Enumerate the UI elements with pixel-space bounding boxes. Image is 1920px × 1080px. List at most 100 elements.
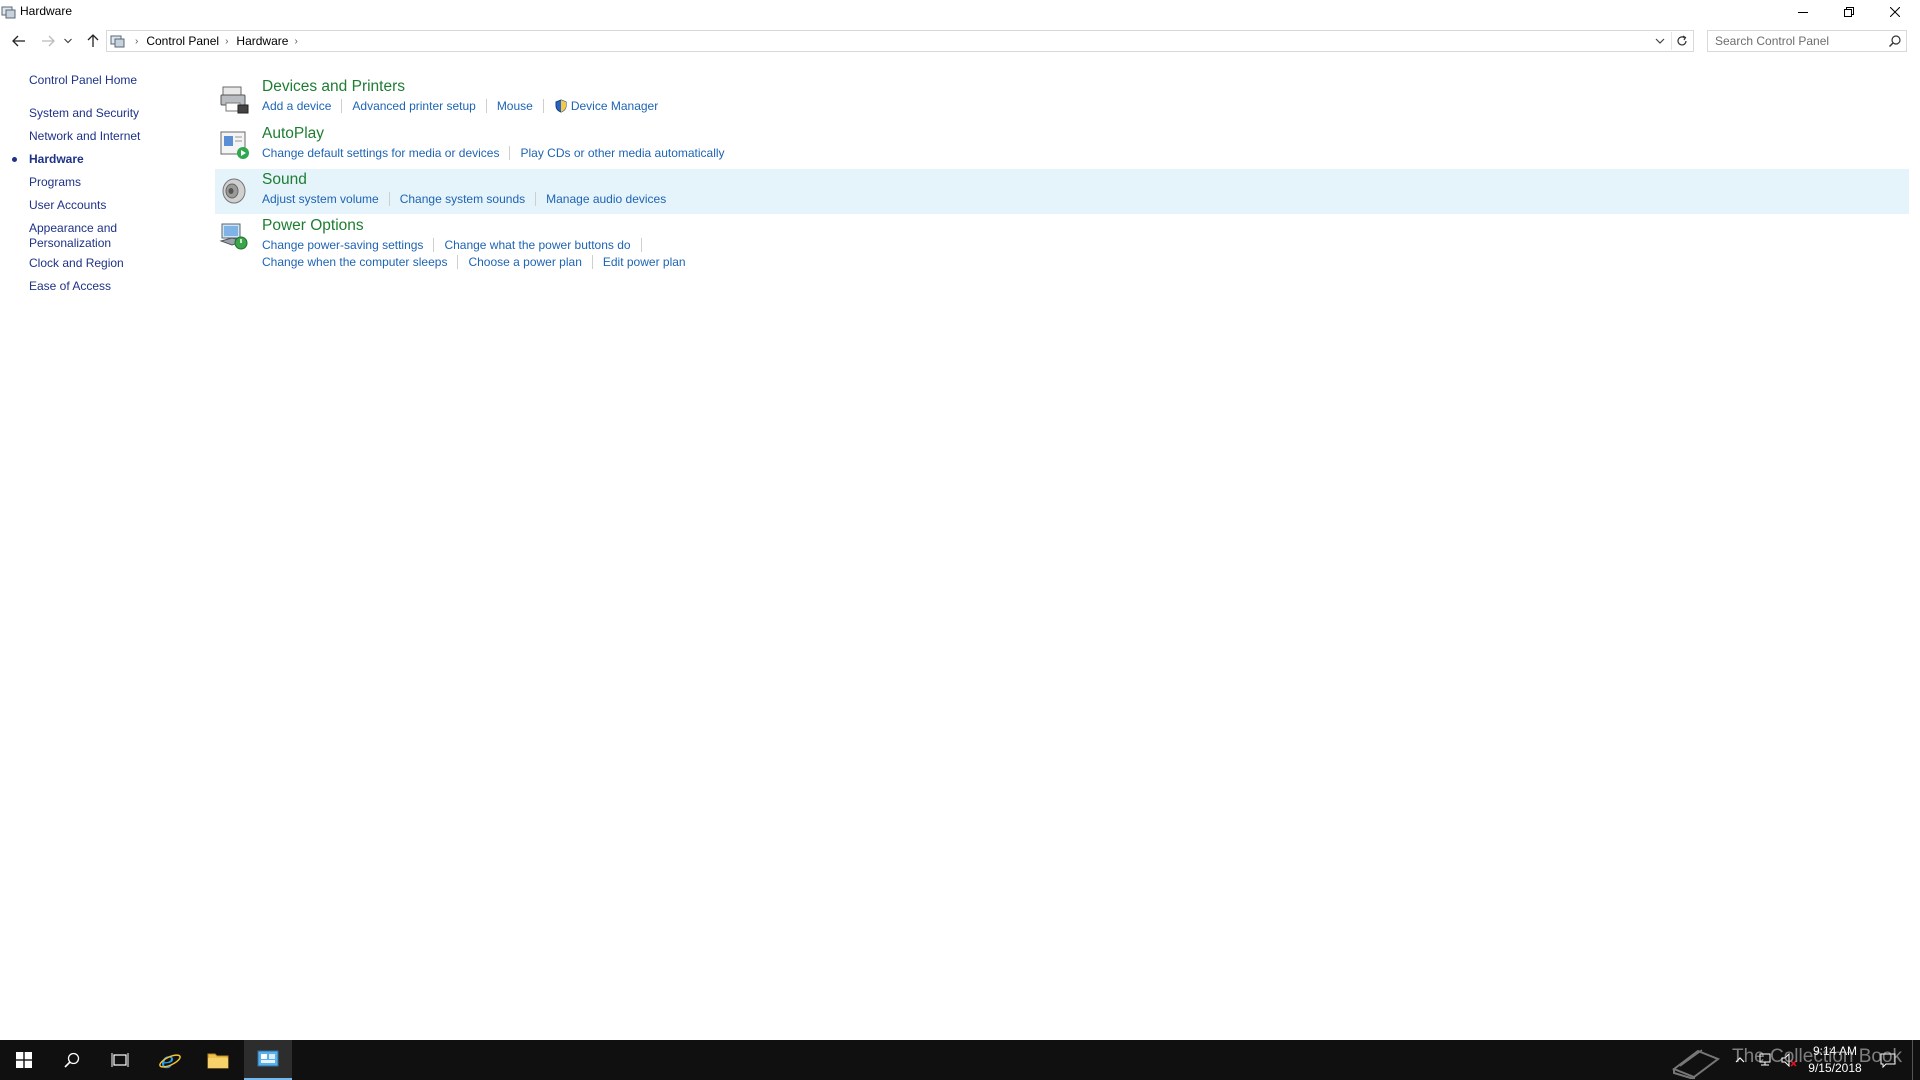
choose-a-power-plan-link[interactable]: Choose a power plan — [468, 255, 581, 269]
control-panel-icon — [257, 1050, 279, 1067]
control-panel-home-link[interactable]: Control Panel Home — [29, 73, 179, 88]
device-manager-link[interactable]: Device Manager — [571, 99, 658, 113]
search-icon — [64, 1052, 80, 1068]
nav-programs[interactable]: Programs — [29, 175, 179, 190]
link-divider — [388, 192, 390, 206]
title-bar: Hardware — [0, 0, 1920, 24]
task-view-icon — [111, 1053, 129, 1067]
breadcrumb-separator-icon[interactable]: › — [135, 36, 138, 47]
nav-appearance-and-personalization[interactable]: Appearance and Personalization — [29, 221, 129, 251]
devices-printers-icon — [220, 86, 249, 114]
internet-explorer-icon: e — [159, 1049, 181, 1072]
window-title: Hardware — [20, 4, 73, 18]
sound-links: Adjust system volume Change system sound… — [262, 192, 666, 206]
link-divider — [485, 99, 487, 113]
link-divider — [542, 99, 544, 113]
watermark: The Collection Book — [1668, 1038, 1908, 1080]
power-options-icon — [219, 223, 248, 250]
nav-network-and-internet[interactable]: Network and Internet — [29, 129, 179, 144]
forward-arrow-icon — [42, 35, 55, 47]
book-logo-icon — [1671, 1049, 1721, 1079]
uac-shield-icon — [555, 99, 567, 113]
breadcrumb-separator-icon[interactable]: › — [294, 36, 297, 47]
restore-icon — [1844, 7, 1854, 17]
breadcrumb-hardware[interactable]: Hardware — [236, 34, 288, 48]
up-button[interactable] — [82, 30, 104, 52]
refresh-icon — [1676, 35, 1687, 46]
link-divider — [591, 255, 593, 269]
change-default-media-settings-link[interactable]: Change default settings for media or dev… — [262, 146, 499, 160]
link-divider — [535, 192, 537, 206]
close-icon — [1890, 7, 1900, 17]
control-panel-icon — [1, 6, 16, 19]
change-system-sounds-link[interactable]: Change system sounds — [400, 192, 525, 206]
category-devices-and-printers: Devices and Printers Add a device Advanc… — [215, 76, 1909, 120]
category-power-options: Power Options Change power-saving settin… — [215, 215, 1909, 275]
link-divider — [640, 238, 642, 252]
control-panel-taskbar-button[interactable] — [244, 1040, 292, 1080]
link-divider — [457, 255, 459, 269]
devices-links: Add a device Advanced printer setup Mous… — [262, 99, 658, 113]
search-icon[interactable] — [1888, 34, 1902, 48]
breadcrumb-control-panel[interactable]: Control Panel — [146, 34, 219, 48]
refresh-button[interactable] — [1671, 32, 1691, 50]
category-sound: Sound Adjust system volume Change system… — [215, 169, 1909, 214]
search-taskbar-button[interactable] — [48, 1040, 96, 1080]
restore-button[interactable] — [1826, 0, 1872, 24]
change-power-saving-settings-link[interactable]: Change power-saving settings — [262, 238, 423, 252]
nav-system-and-security[interactable]: System and Security — [29, 106, 179, 121]
change-when-computer-sleeps-link[interactable]: Change when the computer sleeps — [262, 255, 447, 269]
search-input[interactable] — [1708, 31, 1882, 51]
chevron-down-icon — [64, 38, 72, 44]
adjust-system-volume-link[interactable]: Adjust system volume — [262, 192, 379, 206]
up-arrow-icon — [87, 34, 99, 47]
minimize-icon — [1798, 12, 1808, 13]
category-title-autoplay[interactable]: AutoPlay — [262, 125, 324, 143]
category-title-devices-and-printers[interactable]: Devices and Printers — [262, 78, 405, 96]
search-box[interactable] — [1707, 30, 1907, 52]
manage-audio-devices-link[interactable]: Manage audio devices — [546, 192, 666, 206]
folder-icon — [207, 1053, 229, 1069]
link-divider — [341, 99, 343, 113]
link-divider — [433, 238, 435, 252]
nav-ease-of-access[interactable]: Ease of Access — [29, 279, 179, 294]
play-cds-automatically-link[interactable]: Play CDs or other media automatically — [520, 146, 724, 160]
show-desktop-button[interactable] — [1912, 1040, 1920, 1080]
address-bar[interactable]: › Control Panel › Hardware › — [106, 30, 1694, 52]
mouse-link[interactable]: Mouse — [497, 99, 533, 113]
autoplay-icon — [220, 131, 249, 159]
category-title-sound[interactable]: Sound — [262, 171, 307, 189]
autoplay-links: Change default settings for media or dev… — [262, 146, 725, 160]
close-button[interactable] — [1872, 0, 1918, 24]
advanced-printer-setup-link[interactable]: Advanced printer setup — [352, 99, 475, 113]
nav-clock-and-region[interactable]: Clock and Region — [29, 256, 179, 271]
breadcrumb-separator-icon[interactable]: › — [225, 36, 228, 47]
power-links-row-1: Change power-saving settings Change what… — [262, 238, 652, 252]
nav-user-accounts[interactable]: User Accounts — [29, 198, 179, 213]
recent-locations-button[interactable] — [61, 30, 75, 52]
forward-button[interactable] — [37, 30, 59, 52]
change-power-buttons-link[interactable]: Change what the power buttons do — [444, 238, 630, 252]
category-title-power-options[interactable]: Power Options — [262, 217, 364, 235]
breadcrumb: › Control Panel › Hardware › — [129, 34, 306, 48]
task-view-button[interactable] — [96, 1040, 144, 1080]
nav-hardware[interactable]: Hardware — [29, 152, 179, 167]
navigation-bar: › Control Panel › Hardware › — [0, 26, 1920, 54]
control-panel-icon — [110, 35, 125, 48]
back-button[interactable] — [8, 30, 30, 52]
minimize-button[interactable] — [1780, 0, 1826, 24]
link-divider — [509, 146, 511, 160]
current-page-bullet — [12, 157, 17, 162]
start-button[interactable] — [0, 1040, 48, 1080]
watermark-text: The Collection Book — [1732, 1046, 1903, 1067]
power-links-row-2: Change when the computer sleeps Choose a… — [262, 255, 686, 269]
add-a-device-link[interactable]: Add a device — [262, 99, 331, 113]
edit-power-plan-link[interactable]: Edit power plan — [603, 255, 686, 269]
windows-logo-icon — [16, 1052, 32, 1068]
speaker-icon — [222, 178, 246, 204]
taskbar: e 9:14 AM 9/15/2018 — [0, 1040, 1920, 1080]
address-dropdown-icon[interactable] — [1653, 34, 1667, 48]
category-autoplay: AutoPlay Change default settings for med… — [215, 123, 1909, 167]
file-explorer-button[interactable] — [194, 1040, 242, 1080]
internet-explorer-button[interactable]: e — [146, 1040, 194, 1080]
